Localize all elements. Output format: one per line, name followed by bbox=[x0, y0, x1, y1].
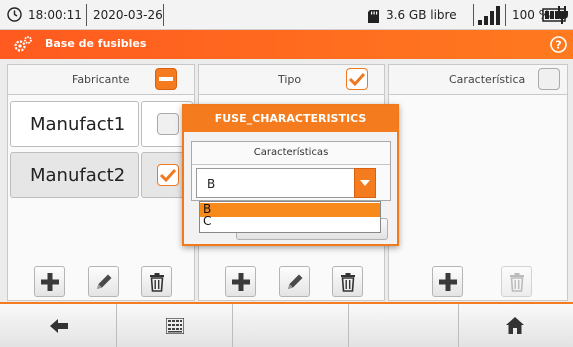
delete-icon bbox=[150, 273, 164, 292]
clock-icon bbox=[7, 7, 22, 22]
dialog-title: FUSE_CHARACTERISTICS bbox=[184, 106, 397, 132]
manufacturer-column-header: Fabricante bbox=[8, 65, 194, 95]
characteristic-dropdown-list: B C bbox=[199, 201, 381, 233]
keyboard-button[interactable] bbox=[117, 304, 233, 347]
status-separator bbox=[505, 4, 506, 26]
checkmark-icon bbox=[159, 168, 177, 183]
manufacturer-row-checkbox[interactable] bbox=[157, 164, 179, 186]
signal-strength-icon bbox=[478, 5, 500, 25]
add-button[interactable] bbox=[432, 266, 463, 297]
characteristics-group-label: Características bbox=[253, 147, 329, 158]
add-icon bbox=[41, 273, 59, 291]
edit-icon bbox=[288, 274, 303, 289]
edit-button[interactable] bbox=[88, 266, 119, 297]
checkmark-icon bbox=[348, 72, 366, 87]
add-icon bbox=[439, 273, 457, 291]
manufacturer-row-checkbox[interactable] bbox=[157, 113, 179, 135]
add-button[interactable] bbox=[225, 266, 256, 297]
sd-card-icon bbox=[368, 8, 379, 23]
svg-text:?: ? bbox=[555, 39, 561, 52]
characteristic-select-value: B bbox=[207, 177, 216, 191]
delete-button-disabled bbox=[501, 266, 532, 297]
edit-button[interactable] bbox=[279, 266, 310, 297]
indeterminate-icon bbox=[159, 77, 173, 81]
status-time: 18:00:11 bbox=[28, 8, 82, 22]
settings-gear-icon[interactable] bbox=[13, 35, 33, 53]
dropdown-option[interactable]: C bbox=[200, 215, 380, 229]
manufacturer-column: Fabricante Manufact1 Manufact2 bbox=[7, 64, 195, 301]
add-icon bbox=[232, 273, 250, 291]
status-date: 2020-03-26 bbox=[93, 8, 163, 22]
delete-icon bbox=[510, 273, 524, 292]
characteristic-column: Característica bbox=[388, 64, 568, 301]
type-column-header: Tipo bbox=[199, 65, 384, 95]
status-bar: 18:00:11 2020-03-26 3.6 GB libre 100 % bbox=[0, 0, 573, 30]
characteristic-select[interactable]: B bbox=[196, 168, 376, 198]
keyboard-icon bbox=[166, 318, 184, 334]
help-icon[interactable]: ? bbox=[550, 36, 567, 53]
back-arrow-icon bbox=[50, 319, 68, 333]
characteristic-column-header: Característica bbox=[389, 65, 567, 95]
status-storage: 3.6 GB libre bbox=[386, 8, 457, 22]
bottom-navigation-bar bbox=[0, 302, 573, 347]
manufacturer-select-all-checkbox[interactable] bbox=[155, 68, 177, 90]
edit-icon bbox=[97, 274, 112, 289]
delete-button[interactable] bbox=[141, 266, 172, 297]
manufacturer-row[interactable]: Manufact2 bbox=[10, 152, 139, 198]
chevron-down-icon[interactable] bbox=[354, 168, 376, 198]
screen: 18:00:11 2020-03-26 3.6 GB libre 100 % B… bbox=[0, 0, 573, 347]
characteristic-header-label: Característica bbox=[449, 73, 526, 86]
page-title: Base de fusibles bbox=[45, 37, 147, 50]
manufacturer-row[interactable]: Manufact1 bbox=[10, 101, 139, 147]
manufacturer-header-label: Fabricante bbox=[72, 73, 130, 86]
status-separator bbox=[163, 4, 164, 26]
group-divider bbox=[192, 164, 390, 165]
status-separator bbox=[473, 4, 474, 26]
type-select-all-checkbox[interactable] bbox=[346, 68, 368, 90]
empty-nav-button[interactable] bbox=[233, 304, 349, 347]
type-header-label: Tipo bbox=[278, 73, 302, 86]
characteristic-select-all-checkbox[interactable] bbox=[538, 68, 560, 90]
battery-level-icon bbox=[515, 9, 516, 10]
home-icon bbox=[506, 317, 524, 334]
plug-icon bbox=[556, 6, 568, 24]
empty-nav-button[interactable] bbox=[349, 304, 459, 347]
delete-button[interactable] bbox=[332, 266, 363, 297]
add-button[interactable] bbox=[34, 266, 65, 297]
title-bar: Base de fusibles ? bbox=[0, 30, 573, 59]
delete-icon bbox=[341, 273, 355, 292]
manufacturer-row-label: Manufact1 bbox=[30, 114, 126, 135]
status-separator bbox=[86, 4, 87, 26]
home-button[interactable] bbox=[459, 304, 573, 347]
back-button[interactable] bbox=[0, 304, 117, 347]
manufacturer-row-label: Manufact2 bbox=[30, 165, 126, 186]
